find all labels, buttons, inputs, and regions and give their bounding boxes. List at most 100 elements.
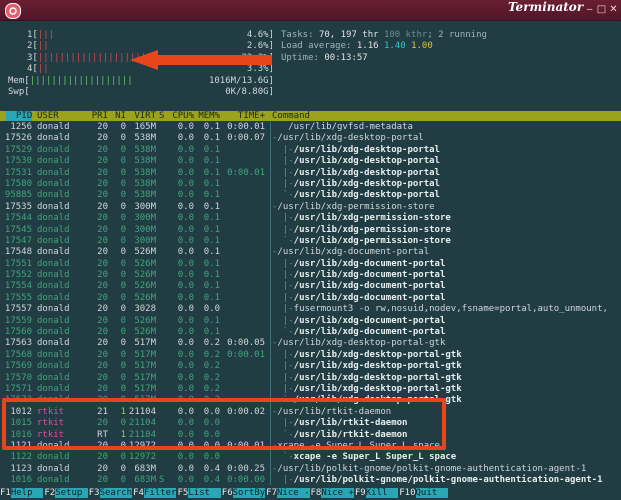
function-key-f10[interactable]: F10Quit — [399, 488, 449, 499]
process-row[interactable]: 17551 donald 20 0 526M 0.0 0.1 |-/usr/lib/xdg-… — [0, 259, 621, 270]
process-row[interactable]: 17563 donald 20 0 517M 0.0 0.2 0:00.05-/usr/lib… — [0, 338, 621, 349]
command-cell: /usr/lib/polkit-gnome/polkit-gnome-authe… — [293, 475, 603, 486]
function-key-f6[interactable]: F6SortBy — [221, 488, 266, 499]
nice-cell: 0 — [120, 167, 126, 178]
process-row[interactable]: 17568 donald 20 0 517M 0.0 0.2 0:00.01 |-/usr/l… — [0, 350, 621, 361]
tree-branch: |- — [272, 372, 294, 383]
process-row[interactable]: 95885 donald 20 0 538M 0.0 0.1 `-/usr/lib/xdg-… — [0, 190, 621, 201]
process-row[interactable]: 17552 donald 20 0 526M 0.0 0.1 |-/usr/lib/xdg-… — [0, 270, 621, 281]
process-row[interactable]: 1256 donald 20 0 165M 0.0 0.1 0:00.01 /usr/lib/… — [0, 122, 621, 133]
cpu-meter-bar: ||| — [37, 30, 55, 40]
function-key-bar[interactable]: F1Help F2Setup F3Search F4Filter F5List F6… — [0, 487, 621, 500]
column-pri[interactable]: PRI — [92, 111, 108, 121]
pid-cell: 17560 — [4, 327, 32, 338]
process-row[interactable]: 17526 donald 20 0 538M 0.0 0.1 0:00.07-/usr/lib… — [0, 133, 621, 144]
user-cell: donald — [37, 133, 70, 144]
tasks-line: Tasks: 70, 197 thr 100 kthr; 2 running — [281, 30, 487, 41]
priority-cell: 20 — [97, 156, 108, 167]
nice-cell: 0 — [120, 144, 126, 155]
window-titlebar[interactable]: Terminator ‒ □ ✕ — [0, 0, 621, 21]
process-row[interactable]: 1122 donald 20 0 12972 0.0 0.0 `- xcape -e Supe… — [0, 452, 621, 463]
column-s[interactable]: S — [159, 111, 164, 121]
nice-cell: 0 — [120, 463, 126, 474]
priority-cell: 20 — [97, 475, 108, 486]
close-icon[interactable]: ✕ — [608, 4, 619, 15]
command-cell: /usr/lib/xdg-document-portal — [293, 327, 446, 338]
process-row[interactable]: 17545 donald 20 0 300M 0.0 0.1 |-/usr/lib/xdg-… — [0, 225, 621, 236]
function-key-f9[interactable]: F9Kill — [354, 488, 399, 499]
process-row[interactable]: 17547 donald 20 0 300M 0.0 0.1 `-/usr/lib/xdg-… — [0, 236, 621, 247]
function-key-f7[interactable]: F7Nice - — [266, 488, 310, 499]
command-cell: /usr/lib/xdg-desktop-portal-gtk — [293, 361, 462, 372]
cpu-cell: 0.0 — [177, 452, 194, 463]
cpu-cell: 0.0 — [177, 190, 194, 201]
function-key-f8[interactable]: F8Nice + — [310, 488, 354, 499]
process-row[interactable]: 17548 donald 20 0 526M 0.0 0.1-/usr/lib/xdg-do… — [0, 247, 621, 258]
nice-cell: 0 — [120, 122, 126, 132]
mem-cell: 0.2 — [203, 349, 220, 360]
maximize-icon[interactable]: □ — [596, 4, 607, 15]
process-row[interactable]: 17570 donald 20 0 517M 0.0 0.2 |-/usr/lib/xdg-… — [0, 373, 621, 384]
cpu-cell: 0.0 — [177, 292, 194, 303]
time-cell: 0:00.01 — [227, 349, 265, 360]
process-row[interactable]: 17557 donald 20 0 3028 0.0 0.0 |- fusermount3 -… — [0, 304, 621, 315]
cpu-meter-label: 4[ — [27, 64, 38, 75]
column-user[interactable]: USER — [37, 111, 59, 121]
cpu-cell: 0.0 — [177, 201, 194, 212]
user-cell: donald — [37, 475, 70, 486]
window-title: Terminator — [508, 0, 584, 14]
process-row[interactable]: 17544 donald 20 0 300M 0.0 0.1 |-/usr/lib/xdg-… — [0, 213, 621, 224]
column-cpu[interactable]: CPU% — [172, 111, 194, 121]
pid-cell: 17535 — [4, 201, 32, 212]
terminator-icon[interactable] — [5, 3, 21, 19]
column-header[interactable]: PID USER PRI NI VIRT S CPU% MEM% TIME+ Command — [0, 111, 621, 121]
process-row[interactable]: 17535 donald 20 0 300M 0.0 0.1-/usr/lib/xdg-pe… — [0, 202, 621, 213]
function-key-f1[interactable]: F1Help — [0, 488, 44, 499]
cpu-cell: 0.0 — [177, 178, 194, 189]
process-row[interactable]: 1123 donald 20 0 683M 0.0 0.4 0:00.25-/usr/lib/… — [0, 464, 621, 475]
function-key-f2[interactable]: F2Setup — [44, 488, 88, 499]
process-row[interactable]: 17571 donald 20 0 517M 0.0 0.2 |-/usr/lib/xdg-… — [0, 384, 621, 395]
nice-cell: 0 — [120, 361, 126, 372]
process-row[interactable]: 17580 donald 20 0 538M 0.0 0.1 |-/usr/lib/xdg-… — [0, 179, 621, 190]
nice-cell: 0 — [120, 349, 126, 360]
function-key-f5[interactable]: F5List — [177, 488, 221, 499]
priority-cell: 20 — [97, 133, 108, 144]
process-row[interactable]: 17560 donald 20 0 526M 0.0 0.1 `-/usr/lib/xdg-… — [0, 327, 621, 338]
priority-cell: 20 — [97, 349, 108, 360]
user-cell: donald — [37, 372, 70, 383]
process-row[interactable]: 17554 donald 20 0 526M 0.0 0.1 |-/usr/lib/xdg-… — [0, 281, 621, 292]
pid-cell: 17569 — [4, 361, 32, 372]
function-key-f4[interactable]: F4Filter — [133, 488, 177, 499]
function-key-f3[interactable]: F3Search — [88, 488, 133, 499]
cpu-cell: 0.0 — [177, 349, 194, 360]
pid-cell: 17547 — [4, 235, 32, 246]
column-virt[interactable]: VIRT — [134, 111, 156, 121]
minimize-icon[interactable]: ‒ — [584, 4, 595, 15]
column-mem[interactable]: MEM% — [198, 111, 220, 121]
virt-cell: 526M — [134, 292, 156, 303]
column-time[interactable]: TIME+ — [238, 111, 265, 121]
column-ni[interactable]: NI — [115, 111, 126, 121]
process-row[interactable]: 17559 donald 20 0 526M 0.0 0.1 |-/usr/lib/xdg-… — [0, 316, 621, 327]
column-command[interactable]: Command — [272, 111, 310, 121]
priority-cell: 20 — [97, 361, 108, 372]
user-cell: donald — [37, 383, 70, 394]
process-row[interactable]: 1016 donald 20 0 683M S 0.0 0.4 0:00.00 |-/usr/l… — [0, 475, 621, 486]
process-row[interactable]: 17531 donald 20 0 538M 0.0 0.1 0:00.01 |-/usr/l… — [0, 168, 621, 179]
command-cell: /usr/lib/xdg-permission-store — [293, 224, 451, 235]
process-row[interactable]: 17529 donald 20 0 538M 0.0 0.1 |-/usr/lib/xdg-… — [0, 145, 621, 156]
cpu-cell: 0.0 — [177, 372, 194, 383]
load-value: 1.40 — [383, 41, 406, 52]
nice-cell: 0 — [120, 338, 126, 349]
mem-meter-bar: ||||||||||||||||||| — [29, 75, 133, 86]
tree-branch: |- — [272, 383, 294, 394]
process-row[interactable]: 17555 donald 20 0 526M 0.0 0.1 |-/usr/lib/xdg-… — [0, 293, 621, 304]
column-pid[interactable]: PID — [6, 111, 33, 121]
mem-cell: 0.1 — [203, 213, 220, 224]
process-row[interactable]: 17530 donald 20 0 538M 0.0 0.1 |-/usr/lib/xdg-… — [0, 156, 621, 167]
process-row[interactable]: 17569 donald 20 0 517M 0.0 0.2 |-/usr/lib/xdg-… — [0, 361, 621, 372]
tree-branch: |- — [272, 315, 294, 326]
priority-cell: 20 — [97, 235, 108, 246]
tree-branch: |- — [272, 156, 294, 167]
